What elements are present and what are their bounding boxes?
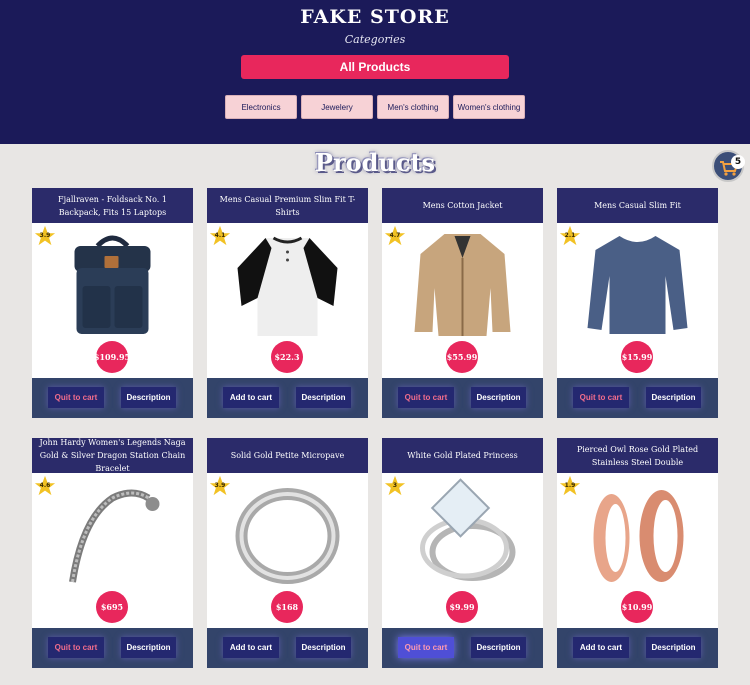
store-title: FAKE STORE — [300, 6, 450, 28]
category-electronics-button[interactable]: Electronics — [225, 95, 297, 119]
product-card: White Gold Plated Princess 3 $9.99 Quit … — [382, 438, 543, 668]
product-card: Solid Gold Petite Micropave 3.9 $168 Add… — [207, 438, 368, 668]
product-title: Mens Cotton Jacket — [382, 188, 543, 223]
price-badge: $109.95 — [94, 341, 130, 373]
backpack-image — [74, 235, 151, 334]
product-title: Solid Gold Petite Micropave — [207, 438, 368, 473]
product-card: Fjallraven - Foldsack No. 1 Backpack, Fi… — [32, 188, 193, 418]
add-to-cart-button[interactable]: Add to cart — [573, 637, 629, 658]
card-actions: Quit to cart Description — [32, 378, 193, 418]
product-title: Fjallraven - Foldsack No. 1 Backpack, Fi… — [32, 188, 193, 223]
add-to-cart-button[interactable]: Add to cart — [223, 637, 279, 658]
product-card: John Hardy Women's Legends Naga Gold & S… — [32, 438, 193, 668]
quit-to-cart-button[interactable]: Quit to cart — [48, 637, 104, 658]
product-card: Mens Casual Premium Slim Fit T-Shirts 4.… — [207, 188, 368, 418]
diamond-ring-image — [420, 478, 516, 581]
price-badge: $695 — [96, 591, 128, 623]
price-badge: $10.99 — [621, 591, 653, 623]
quit-to-cart-button[interactable]: Quit to cart — [398, 387, 454, 408]
products-title: Products — [314, 148, 436, 177]
card-actions: Quit to cart Description — [557, 378, 718, 418]
card-actions: Add to cart Description — [557, 628, 718, 668]
categories-label: Categories — [344, 33, 406, 46]
product-card: Mens Cotton Jacket 4.7 $55.99 Quit to ca… — [382, 188, 543, 418]
earrings-image — [593, 490, 684, 582]
description-button[interactable]: Description — [646, 387, 701, 408]
card-actions: Quit to cart Description — [382, 378, 543, 418]
card-actions: Add to cart Description — [207, 378, 368, 418]
category-mens-clothing-button[interactable]: Men's clothing — [377, 95, 449, 119]
product-title: Mens Casual Premium Slim Fit T-Shirts — [207, 188, 368, 223]
description-button[interactable]: Description — [121, 637, 176, 658]
price-badge: $55.99 — [446, 341, 478, 373]
price-badge: $22.3 — [271, 341, 303, 373]
card-actions: Quit to cart Description — [32, 628, 193, 668]
price-badge: $15.99 — [621, 341, 653, 373]
description-button[interactable]: Description — [296, 387, 351, 408]
product-card: Pierced Owl Rose Gold Plated Stainless S… — [557, 438, 718, 668]
bracelet-image — [69, 489, 160, 583]
ring-image — [235, 488, 340, 584]
quit-to-cart-button[interactable]: Quit to cart — [573, 387, 629, 408]
cart-button[interactable]: 5 — [712, 150, 745, 182]
category-womens-clothing-button[interactable]: Women's clothing — [453, 95, 525, 119]
description-button[interactable]: Description — [471, 387, 526, 408]
jacket-image — [414, 234, 511, 336]
all-products-button[interactable]: All Products — [241, 55, 509, 79]
description-button[interactable]: Description — [296, 637, 351, 658]
description-button[interactable]: Description — [646, 637, 701, 658]
product-title: Mens Casual Slim Fit — [557, 188, 718, 223]
description-button[interactable]: Description — [121, 387, 176, 408]
longsleeve-image — [587, 236, 688, 334]
card-actions: Add to cart Description — [207, 628, 368, 668]
price-badge: $168 — [271, 591, 303, 623]
card-actions: Quit to cart Description — [382, 628, 543, 668]
product-title: White Gold Plated Princess — [382, 438, 543, 473]
product-title: John Hardy Women's Legends Naga Gold & S… — [32, 438, 193, 473]
header: FAKE STORE Categories All Products Elect… — [0, 0, 750, 144]
quit-to-cart-button[interactable]: Quit to cart — [48, 387, 104, 408]
cart-count-badge: 5 — [731, 155, 745, 169]
category-jewelery-button[interactable]: Jewelery — [301, 95, 373, 119]
tshirt-image — [237, 236, 338, 336]
product-card: Mens Casual Slim Fit 2.1 $15.99 Quit to … — [557, 188, 718, 418]
quit-to-cart-button[interactable]: Quit to cart — [398, 637, 454, 658]
product-title: Pierced Owl Rose Gold Plated Stainless S… — [557, 438, 718, 473]
description-button[interactable]: Description — [471, 637, 526, 658]
add-to-cart-button[interactable]: Add to cart — [223, 387, 279, 408]
price-badge: $9.99 — [446, 591, 478, 623]
